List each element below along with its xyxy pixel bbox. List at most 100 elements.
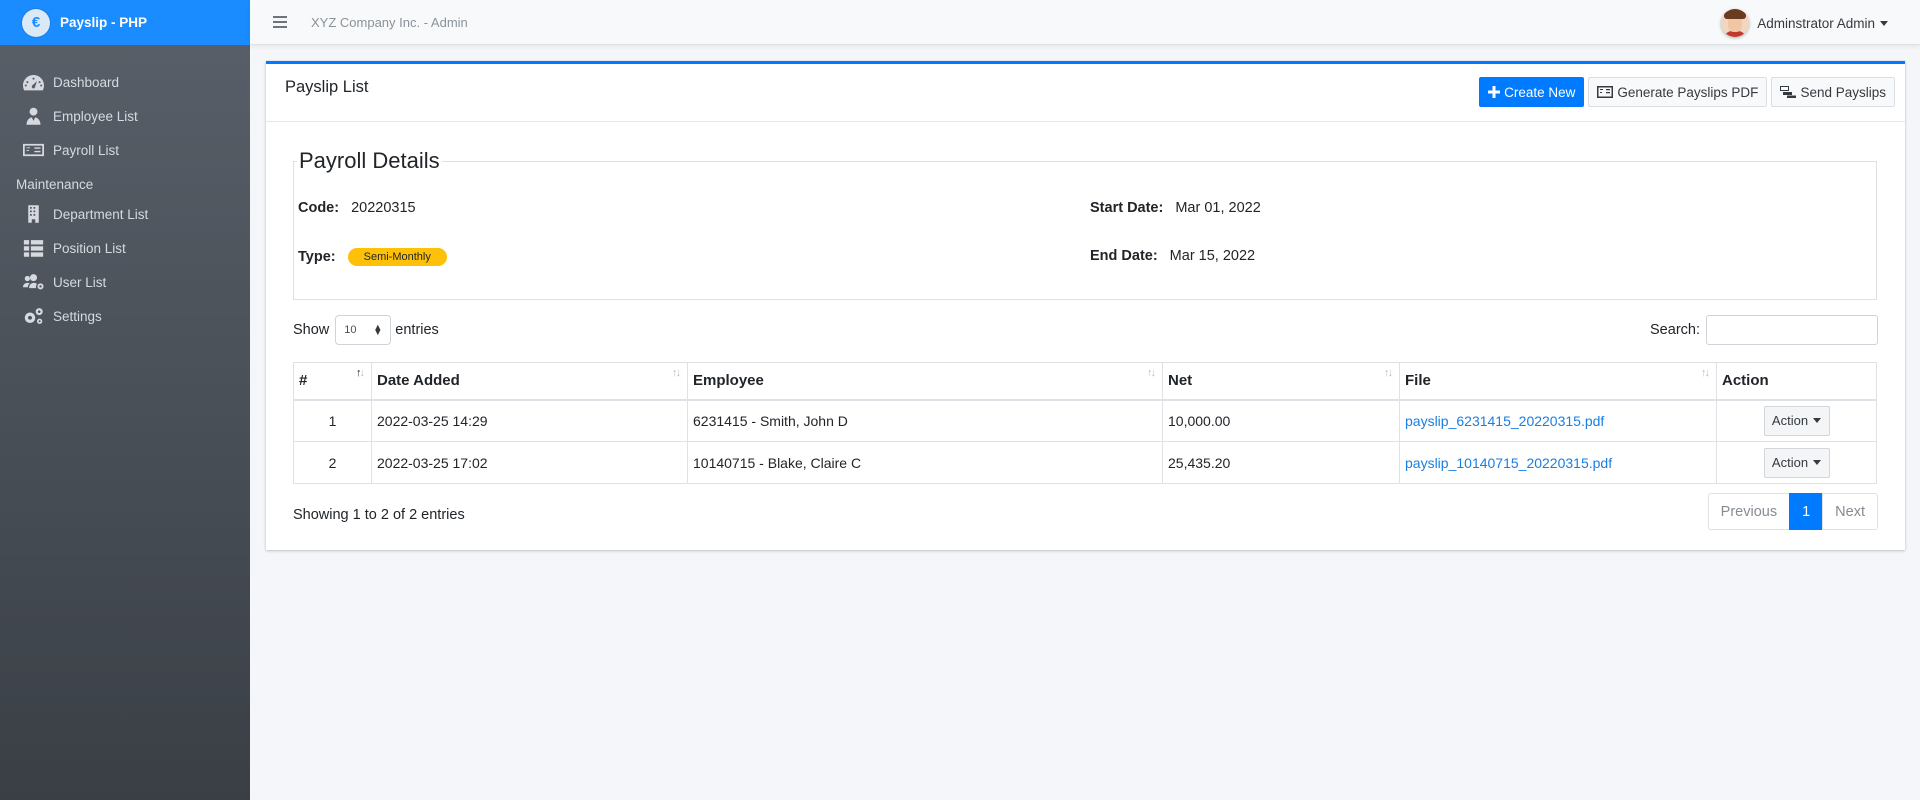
column-header-date-added[interactable]: Date Added ↑↓: [371, 362, 688, 401]
row-date-added: 2022-03-25 14:29: [371, 399, 688, 442]
column-header-net[interactable]: Net ↑↓: [1162, 362, 1400, 401]
brand-name: Payslip - PHP: [60, 15, 148, 30]
sidebar-item-employee-list[interactable]: Employee List: [0, 99, 250, 133]
sort-icon: ↑↓: [1384, 367, 1393, 379]
type-field: Type: Semi-Monthly: [298, 248, 447, 266]
payslip-table: # ↑↓ Date Added ↑↓ Employee ↑↓ Net ↑↓ File ↑↓…: [293, 362, 1877, 484]
search-input[interactable]: [1706, 315, 1878, 345]
pagination: Previous 1 Next: [1707, 493, 1878, 530]
brand-logo-icon: €: [22, 8, 50, 37]
header-label: Net: [1168, 372, 1193, 390]
header-label: Employee: [693, 372, 764, 390]
payroll-details-fieldset: Payroll Details Code: 20220315 Type: Semi-…: [293, 148, 1877, 300]
sidebar-item-label: Settings: [53, 308, 102, 324]
send-payslips-label: Send Payslips: [1800, 84, 1886, 100]
header-label: Date Added: [377, 372, 460, 390]
row-file-cell: payslip_6231415_20220315.pdf: [1399, 399, 1717, 442]
pagination-page-1[interactable]: 1: [1789, 493, 1824, 530]
user-menu[interactable]: Adminstrator Admin: [1721, 9, 1888, 37]
card-header: Payslip List Create New Generate Payslip…: [266, 64, 1905, 122]
caret-down-icon: [1880, 20, 1888, 26]
column-header-number[interactable]: # ↑↓: [293, 362, 372, 401]
tachometer-icon: [23, 75, 44, 91]
sidebar-item-label: Payroll List: [53, 142, 120, 158]
sidebar-item-dashboard[interactable]: Dashboard: [0, 65, 250, 99]
row-employee: 10140715 - Blake, Claire C: [687, 441, 1163, 484]
payslip-file-link[interactable]: payslip_6231415_20220315.pdf: [1405, 413, 1604, 429]
sidebar-item-settings[interactable]: Settings: [0, 299, 250, 333]
action-dropdown-button[interactable]: Action: [1763, 447, 1830, 478]
row-number: 1: [293, 399, 372, 442]
generate-payslips-pdf-label: Generate Payslips PDF: [1617, 84, 1759, 100]
sidebar: € Payslip - PHP Dashboard Employee List …: [0, 0, 250, 800]
payroll-details-legend: Payroll Details: [297, 148, 442, 174]
create-new-button[interactable]: Create New: [1479, 77, 1585, 107]
user-tie-icon: [26, 107, 41, 125]
action-dropdown-button[interactable]: Action: [1763, 405, 1830, 436]
end-date-value: Mar 15, 2022: [1169, 248, 1256, 264]
show-label: Show: [293, 322, 330, 338]
row-file-cell: payslip_10140715_20220315.pdf: [1399, 441, 1717, 484]
company-name: XYZ Company Inc. - Admin: [311, 14, 468, 30]
caret-down-icon: [1813, 418, 1822, 424]
money-bill-icon: [1597, 86, 1614, 98]
sidebar-item-position-list[interactable]: Position List: [0, 231, 250, 265]
code-field: Code: 20220315: [298, 200, 416, 216]
action-label: Action: [1771, 455, 1809, 470]
send-payslips-button[interactable]: Send Payslips: [1771, 77, 1895, 107]
entries-length-value: 10: [344, 324, 357, 336]
end-date-field: End Date: Mar 15, 2022: [1090, 248, 1255, 264]
entries-length-select[interactable]: 10 ▲ ▼: [335, 315, 392, 345]
th-list-icon: [23, 240, 44, 257]
start-date-value: Mar 01, 2022: [1175, 200, 1261, 216]
column-header-action: Action: [1716, 362, 1877, 401]
table-row: 2 2022-03-25 17:02 10140715 - Blake, Cla…: [293, 441, 1877, 484]
payslip-file-link[interactable]: payslip_10140715_20220315.pdf: [1405, 455, 1612, 471]
header-label: File: [1405, 372, 1431, 390]
sidebar-item-label: Department List: [53, 206, 149, 222]
code-value: 20220315: [351, 200, 416, 216]
type-label: Type:: [298, 248, 336, 265]
start-date-field: Start Date: Mar 01, 2022: [1090, 200, 1261, 216]
money-bill-icon: [23, 143, 44, 157]
card-tools: Create New Generate Payslips PDF Send Pa…: [1479, 77, 1895, 107]
table-search: Search:: [1650, 315, 1878, 345]
sort-select-icon: ▲ ▼: [373, 322, 383, 337]
sidebar-item-user-list[interactable]: User List: [0, 265, 250, 299]
sort-icon: ↑↓: [672, 367, 681, 379]
sidebar-item-payroll-list[interactable]: Payroll List: [0, 133, 250, 167]
menu-toggle-icon[interactable]: [273, 13, 287, 31]
sidebar-item-label: User List: [53, 274, 107, 290]
sort-icon: ↑↓: [1147, 367, 1156, 379]
column-header-employee[interactable]: Employee ↑↓: [687, 362, 1163, 401]
brand-link[interactable]: € Payslip - PHP: [0, 0, 250, 45]
row-action-cell: Action: [1716, 399, 1877, 442]
sidebar-item-label: Position List: [53, 240, 126, 256]
payslip-card: Payslip List Create New Generate Payslip…: [266, 61, 1905, 550]
pagination-next[interactable]: Next: [1822, 493, 1878, 530]
action-label: Action: [1771, 413, 1809, 429]
generate-payslips-pdf-button[interactable]: Generate Payslips PDF: [1588, 77, 1768, 107]
table-row: 1 2022-03-25 14:29 6231415 - Smith, John…: [293, 399, 1877, 442]
avatar: [1721, 9, 1750, 37]
entries-length-control: Show 10 ▲ ▼ entries: [293, 315, 439, 345]
top-navbar: XYZ Company Inc. - Admin Adminstrator Ad…: [250, 0, 1920, 45]
type-badge: Semi-Monthly: [347, 248, 447, 266]
card-title: Payslip List: [285, 78, 369, 96]
row-net: 10,000.00: [1162, 399, 1400, 442]
table-info: Showing 1 to 2 of 2 entries: [293, 507, 465, 523]
search-label: Search:: [1650, 322, 1700, 338]
column-header-file[interactable]: File ↑↓: [1399, 362, 1717, 401]
sort-icon: ↑↓: [1701, 367, 1710, 379]
sidebar-item-department-list[interactable]: Department List: [0, 197, 250, 231]
header-label: Action: [1722, 372, 1769, 390]
end-date-label: End Date:: [1090, 248, 1158, 264]
row-net: 25,435.20: [1162, 441, 1400, 484]
sidebar-item-label: Employee List: [53, 108, 138, 124]
header-label: #: [299, 372, 308, 390]
plus-icon: [1488, 86, 1501, 98]
cogs-icon: [24, 308, 43, 324]
pagination-previous[interactable]: Previous: [1707, 493, 1791, 530]
start-date-label: Start Date:: [1090, 200, 1164, 216]
row-date-added: 2022-03-25 17:02: [371, 441, 688, 484]
